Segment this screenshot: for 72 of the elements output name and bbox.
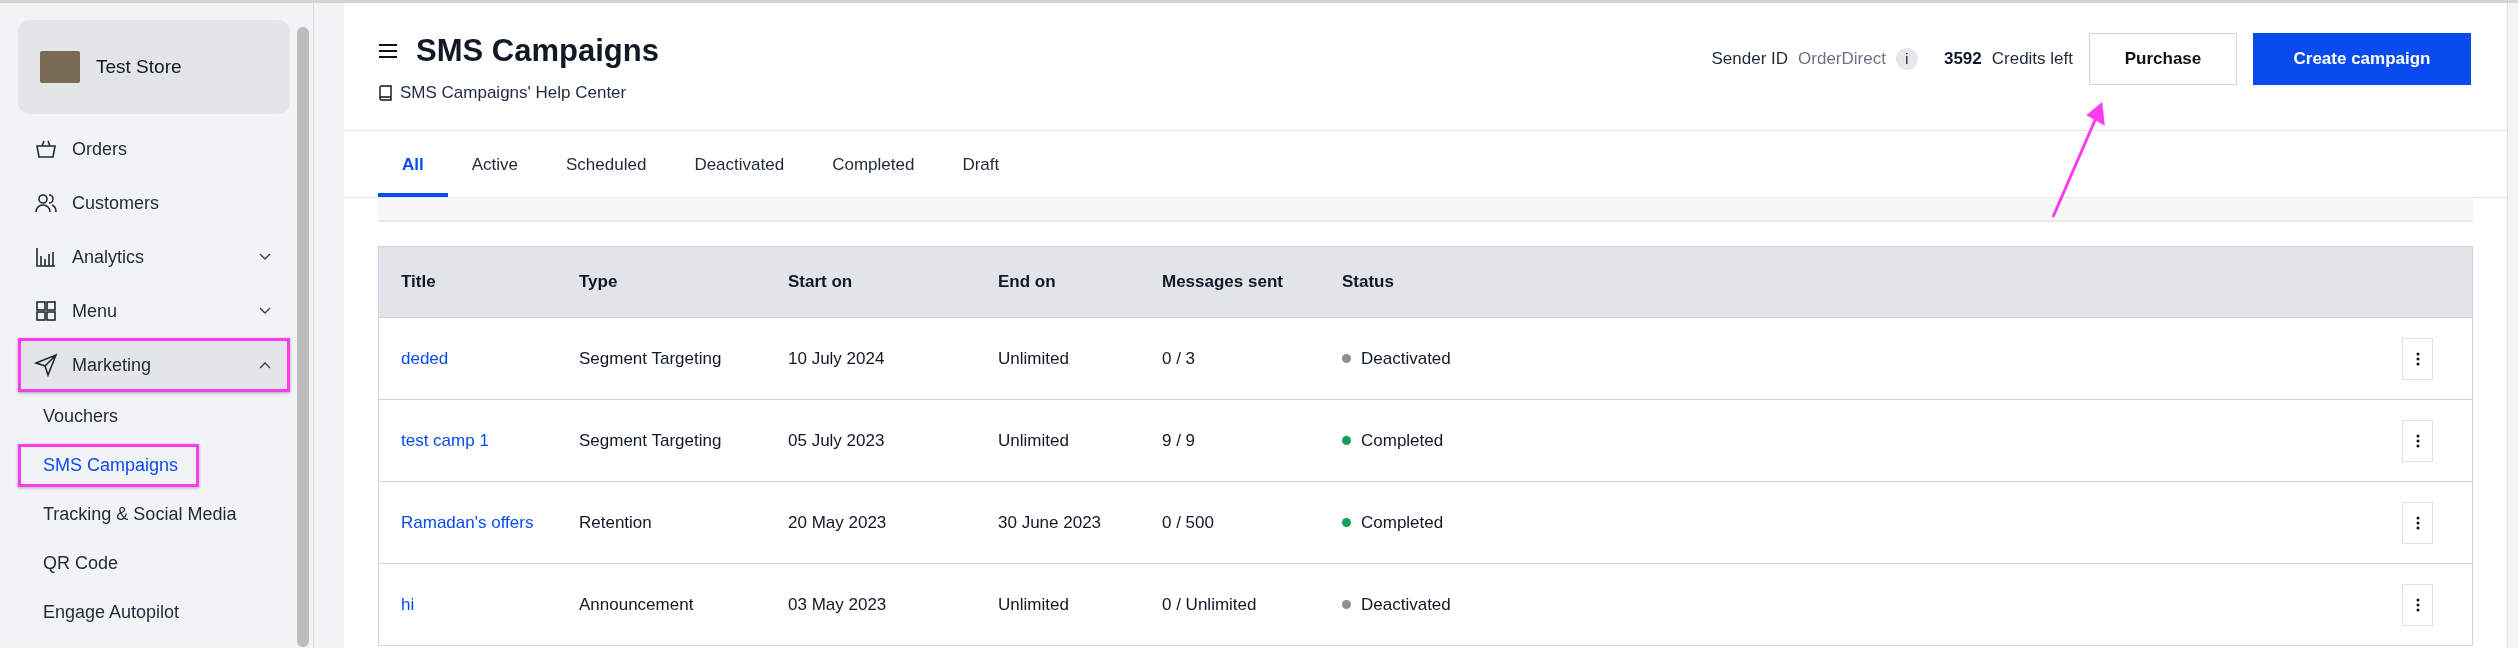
nav-subitem[interactable]: Tracking & Social Media bbox=[18, 493, 258, 536]
people-icon bbox=[34, 191, 58, 215]
tab[interactable]: Draft bbox=[938, 155, 1024, 197]
send-icon bbox=[34, 353, 58, 377]
status-text: Completed bbox=[1361, 512, 1444, 533]
column-header: Start on bbox=[788, 272, 854, 292]
table-cell-text: 9 / 9 bbox=[1162, 430, 1197, 451]
nav-subitem[interactable]: Engage Autopilot bbox=[18, 591, 201, 634]
sender-id-label: Sender ID bbox=[1711, 48, 1789, 70]
table-cell-text: 0 / 500 bbox=[1162, 512, 1215, 533]
bar-chart-icon bbox=[34, 245, 58, 269]
sender-id-value: OrderDirect bbox=[1798, 48, 1886, 70]
book-icon bbox=[378, 85, 392, 101]
nav-item[interactable]: Analytics bbox=[18, 230, 290, 284]
photo-placeholder bbox=[40, 51, 80, 83]
table-cell-text: 0 / Unlimited bbox=[1162, 594, 1258, 615]
campaign-title-link[interactable]: test camp 1 bbox=[401, 430, 489, 450]
table-cell-text: 05 July 2023 bbox=[788, 430, 886, 451]
page-title: SMS Campaigns bbox=[416, 33, 659, 69]
campaign-title-link[interactable]: deded bbox=[401, 348, 449, 368]
status-text: Deactivated bbox=[1361, 594, 1451, 615]
more-options-button[interactable] bbox=[2402, 419, 2433, 462]
tab[interactable]: Completed bbox=[808, 155, 939, 197]
info-icon[interactable]: i bbox=[1895, 48, 1918, 70]
nav-subitem[interactable]: Vouchers bbox=[18, 395, 140, 438]
nav-item[interactable]: Orders bbox=[18, 122, 290, 176]
table-cell-text: Retention bbox=[579, 512, 653, 533]
store-name: Test Store bbox=[96, 56, 182, 78]
scrollbar-thumb[interactable] bbox=[297, 27, 309, 647]
more-options-button[interactable] bbox=[2402, 337, 2433, 380]
tab[interactable]: Active bbox=[447, 155, 543, 197]
table-cell-text: 20 May 2023 bbox=[788, 512, 888, 533]
campaign-title-link[interactable]: hi bbox=[401, 594, 415, 614]
purchase-button[interactable]: Purchase bbox=[2089, 33, 2237, 85]
table-cell-text: 10 July 2024 bbox=[788, 348, 886, 369]
more-vertical-icon bbox=[2415, 433, 2420, 448]
credits-count: 3592 bbox=[1943, 48, 1982, 70]
status-text: Deactivated bbox=[1361, 348, 1451, 369]
column-header: Messages sent bbox=[1162, 272, 1284, 292]
help-center-link[interactable]: SMS Campaigns' Help Center bbox=[400, 83, 627, 103]
table-cell-text: Unlimited bbox=[998, 348, 1070, 369]
column-header: Type bbox=[579, 272, 619, 292]
more-options-button[interactable] bbox=[2402, 501, 2433, 544]
column-header: Title bbox=[401, 272, 437, 292]
nav-item[interactable]: Menu bbox=[18, 284, 290, 338]
more-vertical-icon bbox=[2415, 351, 2420, 366]
tab[interactable]: Deactivated bbox=[670, 155, 809, 197]
store-switcher[interactable]: Test Store bbox=[18, 20, 290, 114]
table-cell-text: Segment Targeting bbox=[579, 430, 723, 451]
table-cell-text: Segment Targeting bbox=[579, 348, 723, 369]
nav-item[interactable]: Customers bbox=[18, 176, 290, 230]
more-vertical-icon bbox=[2415, 515, 2420, 530]
nav-subitem[interactable]: SMS Campaigns bbox=[18, 444, 200, 487]
table-cell-text: 03 May 2023 bbox=[788, 594, 888, 615]
table-cell-text: Announcement bbox=[579, 594, 695, 615]
table-cell-text: 30 June 2023 bbox=[998, 512, 1103, 533]
tab[interactable]: Scheduled bbox=[542, 155, 671, 197]
menu-icon[interactable] bbox=[378, 43, 398, 59]
column-header: End on bbox=[998, 272, 1057, 292]
column-header: Status bbox=[1342, 272, 1395, 292]
table-cell-text: 0 / 3 bbox=[1162, 348, 1197, 369]
nav-item[interactable]: Marketing bbox=[18, 338, 290, 392]
create-campaign-button[interactable]: Create campaign bbox=[2253, 33, 2471, 85]
more-options-button[interactable] bbox=[2402, 583, 2433, 626]
table-cell-text: Unlimited bbox=[998, 430, 1070, 451]
credits-label: Credits left bbox=[1991, 48, 2073, 70]
grid-icon bbox=[34, 299, 58, 323]
campaign-title-link[interactable]: Ramadan's offers bbox=[401, 512, 534, 532]
nav-subitem[interactable]: QR Code bbox=[18, 542, 140, 585]
status-text: Completed bbox=[1361, 430, 1444, 451]
more-vertical-icon bbox=[2415, 597, 2420, 612]
table-cell-text: Unlimited bbox=[998, 594, 1070, 615]
